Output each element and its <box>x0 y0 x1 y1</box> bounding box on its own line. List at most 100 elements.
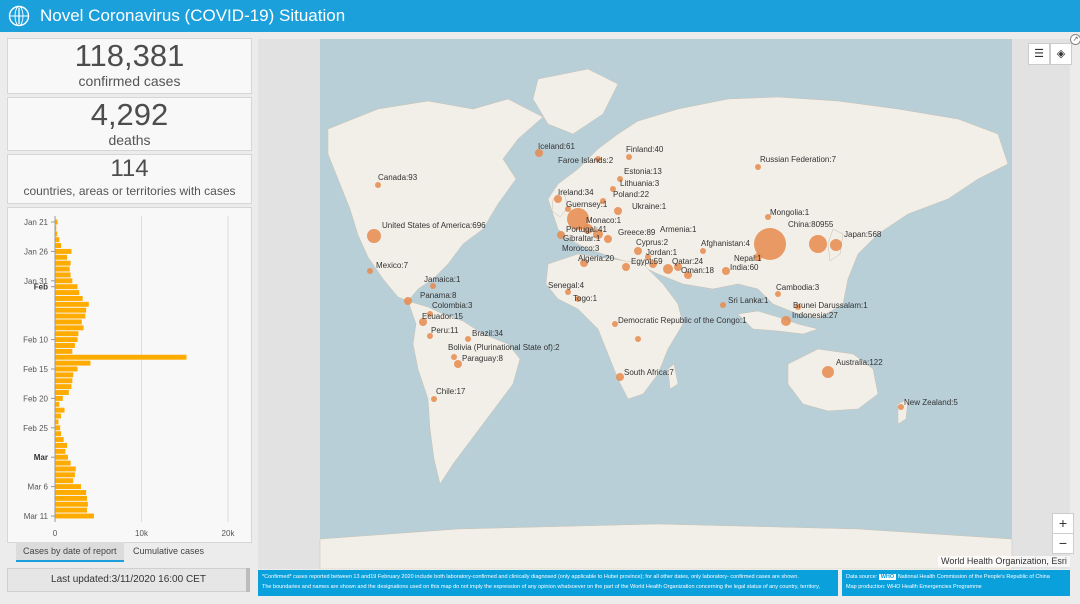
zoom-in-button[interactable]: + <box>1052 513 1074 534</box>
bar[interactable] <box>55 431 62 437</box>
bar[interactable] <box>55 348 73 354</box>
expand-icon[interactable]: ↗ <box>1070 34 1080 45</box>
bar[interactable] <box>55 325 84 331</box>
country-label: Australia:122 <box>836 358 883 367</box>
country-label: Jamaica:1 <box>424 275 461 284</box>
case-bubble[interactable] <box>616 373 624 381</box>
bar[interactable] <box>55 337 78 343</box>
case-bubble[interactable] <box>635 336 641 342</box>
bar[interactable] <box>55 354 187 360</box>
bar[interactable] <box>55 313 86 319</box>
scrollbar[interactable] <box>246 568 250 592</box>
bar[interactable] <box>55 366 78 372</box>
deaths-value: 4,292 <box>90 97 169 132</box>
world-map-svg: Iceland:61 Finland:40 Faroe Islands:2 Russi… <box>319 39 1013 569</box>
bar[interactable] <box>55 425 61 431</box>
bar[interactable] <box>55 495 88 501</box>
bar[interactable] <box>55 372 74 378</box>
case-bubble[interactable] <box>700 248 706 254</box>
bar[interactable] <box>55 472 75 478</box>
bar[interactable] <box>55 395 63 401</box>
bar[interactable] <box>55 254 68 260</box>
case-bubble[interactable] <box>626 154 632 160</box>
bar[interactable] <box>55 295 83 301</box>
country-label: Finland:40 <box>626 145 664 154</box>
bar[interactable] <box>55 507 88 513</box>
bar[interactable] <box>55 478 74 484</box>
bar[interactable] <box>55 490 87 495</box>
bar[interactable] <box>55 384 72 390</box>
bar[interactable] <box>55 284 78 290</box>
case-bubble[interactable] <box>454 360 462 368</box>
case-bubble[interactable] <box>367 229 381 243</box>
country-label: Monaco:1 <box>586 216 622 225</box>
bar[interactable] <box>55 331 79 337</box>
bar[interactable] <box>55 413 62 419</box>
bar[interactable] <box>55 243 62 248</box>
bar[interactable] <box>55 272 71 278</box>
case-bubble[interactable] <box>781 316 791 326</box>
case-bubble[interactable] <box>809 235 827 253</box>
country-label: Mexico:7 <box>376 261 409 270</box>
case-bubble[interactable] <box>375 182 381 188</box>
bar[interactable] <box>55 419 59 425</box>
y-tick-label: Feb 15 <box>23 365 48 374</box>
bar[interactable] <box>55 378 73 384</box>
bar[interactable] <box>55 401 60 407</box>
bar[interactable] <box>55 442 68 448</box>
case-bubble[interactable] <box>622 263 630 271</box>
bar[interactable] <box>55 407 65 413</box>
bar[interactable] <box>55 501 88 507</box>
case-bubble[interactable] <box>614 207 622 215</box>
bar[interactable] <box>55 266 70 272</box>
bar[interactable] <box>55 466 76 472</box>
list-icon[interactable]: ☰ <box>1028 43 1050 65</box>
case-bubble[interactable] <box>431 396 437 402</box>
bar[interactable] <box>55 454 68 460</box>
world-map[interactable]: Iceland:61 Finland:40 Faroe Islands:2 Russi… <box>258 39 1072 569</box>
bar[interactable] <box>55 460 71 466</box>
case-bubble[interactable] <box>722 267 730 275</box>
tab-cases-by-date[interactable]: Cases by date of report <box>16 542 124 562</box>
country-label: Ecuador:15 <box>422 312 463 321</box>
case-bubble[interactable] <box>634 247 642 255</box>
cases-by-date-chart: 0 10k 20k Jan 21 Jan 26 Jan 31 Feb Feb 10 Feb 15… <box>7 207 252 543</box>
bar[interactable] <box>55 360 91 366</box>
countries-label: countries, areas or territories with cas… <box>23 184 236 198</box>
bar[interactable] <box>55 390 69 395</box>
bar[interactable] <box>55 319 82 325</box>
zoom-out-button[interactable]: − <box>1052 533 1074 554</box>
bar[interactable] <box>55 448 66 454</box>
case-bubble[interactable] <box>604 235 612 243</box>
bar[interactable] <box>55 260 71 266</box>
y-tick-label: Feb 20 <box>23 394 48 403</box>
footer-note-line2: The boundaries and names are shown and t… <box>262 584 820 590</box>
case-bubble[interactable] <box>465 336 471 342</box>
bar-chart-svg: 0 10k 20kJan 21Jan 26Jan 31FebFeb 10Feb 15… <box>23 216 235 538</box>
bar[interactable] <box>55 307 87 313</box>
case-bubble[interactable] <box>451 354 457 360</box>
bar[interactable] <box>55 248 72 254</box>
case-bubble[interactable] <box>404 297 412 305</box>
bar[interactable] <box>55 484 81 490</box>
bar[interactable] <box>55 437 64 443</box>
country-label: Nepal:1 <box>734 254 762 263</box>
case-bubble[interactable] <box>720 302 726 308</box>
bar[interactable] <box>55 278 73 284</box>
case-bubble[interactable] <box>822 366 834 378</box>
bar[interactable] <box>55 343 75 348</box>
case-bubble[interactable] <box>755 164 761 170</box>
footer-data-source: Data source: WHO National Health Commiss… <box>842 570 1070 596</box>
bar[interactable] <box>55 237 60 243</box>
case-bubble[interactable] <box>367 268 373 274</box>
country-label: Senegal:4 <box>548 281 585 290</box>
country-label: Cyprus:2 <box>636 238 669 247</box>
bar[interactable] <box>55 290 80 296</box>
bar[interactable] <box>55 301 89 307</box>
footer-note-line1: *Confirmed* cases reported between 13 an… <box>262 574 799 580</box>
layers-icon[interactable]: ◈ <box>1050 43 1072 65</box>
confirmed-cases-card: 118,381 confirmed cases <box>7 38 252 94</box>
bar[interactable] <box>55 513 94 519</box>
case-bubble[interactable] <box>830 239 842 251</box>
tab-cumulative-cases[interactable]: Cumulative cases <box>126 542 211 560</box>
